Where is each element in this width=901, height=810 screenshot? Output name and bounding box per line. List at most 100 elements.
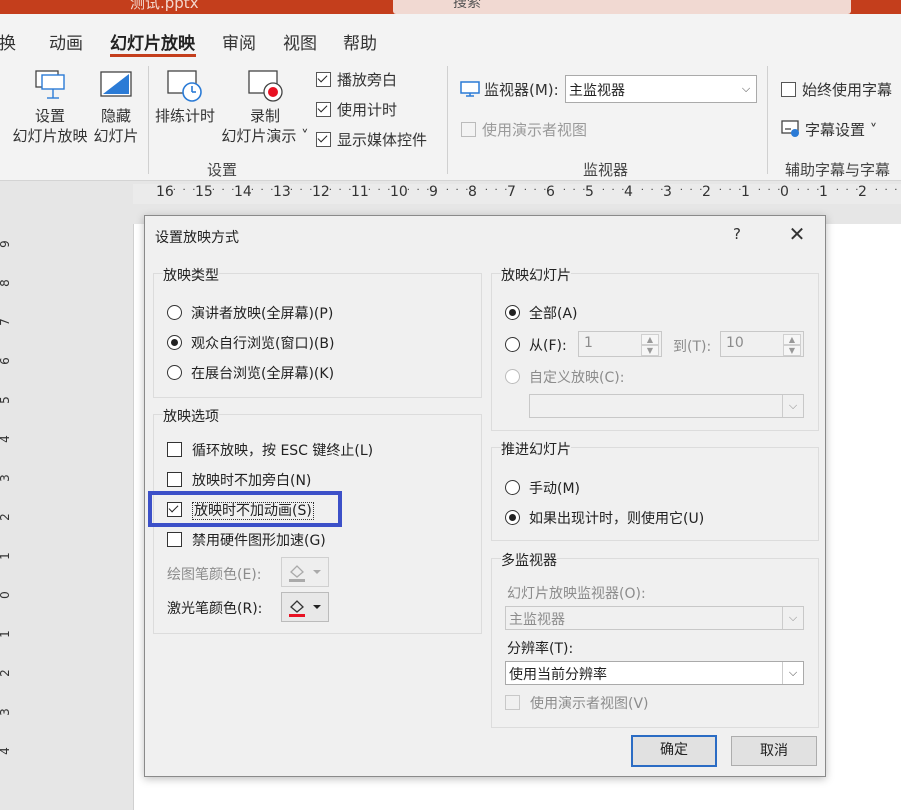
ribbon: 设置 幻灯片放映 隐藏 幻灯片 排练计时 录制 幻灯片演示 ˅ 播放旁白 使用计… (0, 62, 901, 181)
radio-button[interactable] (505, 305, 520, 320)
laser-color-button[interactable] (281, 592, 329, 622)
tab-transitions[interactable]: 换 (0, 29, 16, 54)
ruler-number: 4 (624, 184, 633, 200)
radio-button[interactable] (167, 305, 182, 320)
checkbox[interactable] (781, 82, 796, 97)
search-placeholder: 搜索 (453, 0, 481, 11)
play-narration-check[interactable]: 播放旁白 (316, 69, 397, 90)
radio-manual[interactable]: 手动(M) (505, 478, 580, 498)
radio-button[interactable] (505, 510, 520, 525)
checkbox[interactable] (316, 102, 331, 117)
tab-help[interactable]: 帮助 (343, 29, 377, 54)
loop-check[interactable]: 循环放映，按 ESC 键终止(L) (167, 440, 373, 460)
close-button[interactable]: ✕ (785, 222, 809, 246)
ruler-number: 7 (507, 184, 516, 200)
ruler-number: 5 (585, 184, 594, 200)
show-type-title: 放映类型 (163, 265, 219, 285)
radio-browsed-window-label: 观众自行浏览(窗口)(B) (191, 336, 335, 352)
radio-button[interactable] (505, 480, 520, 495)
cancel-button[interactable]: 取消 (731, 736, 817, 766)
ruler-number: 1 (0, 552, 12, 560)
resolution-label: 分辨率(T): (507, 641, 574, 657)
disable-hw-accel-check[interactable]: 禁用硬件图形加速(G) (167, 530, 326, 550)
checkbox[interactable] (167, 532, 182, 547)
radio-use-timings[interactable]: 如果出现计时，则使用它(U) (505, 508, 704, 528)
checkbox[interactable] (167, 442, 182, 457)
radio-button[interactable] (167, 335, 182, 350)
radio-kiosk[interactable]: 在展台浏览(全屏幕)(K) (167, 363, 334, 383)
no-narration-check[interactable]: 放映时不加旁白(N) (167, 470, 311, 490)
ruler-number: 13 (273, 184, 291, 200)
presenter-view-label: 使用演示者视图(V) (530, 696, 649, 712)
rehearse-timings-button[interactable]: 排练计时 (152, 68, 218, 126)
ruler-tick: · (718, 185, 722, 196)
checkbox (461, 122, 476, 137)
ruler-tick: · (767, 185, 771, 196)
ruler-number: 10 (390, 184, 408, 200)
show-media-controls-check[interactable]: 显示媒体控件 (316, 129, 427, 150)
ruler-number: 8 (0, 279, 12, 287)
group-setup-label: 设置 (207, 161, 238, 179)
horizontal-ruler: 16 · · · 15 · · · 14 · · · 13 · · · 12 · · · 11 · · · 10 · · · 9 · · · 8… (133, 184, 901, 204)
radio-button[interactable] (505, 337, 520, 352)
ruler-number: 2 (702, 184, 711, 200)
ruler-tick: · (650, 185, 654, 196)
ruler-number: 5 (0, 396, 12, 404)
subtitle-settings-button[interactable]: 字幕设置 ˅ (781, 119, 877, 140)
tab-slideshow[interactable]: 幻灯片放映 (110, 29, 195, 54)
radio-button[interactable] (167, 365, 182, 380)
setup-slideshow-icon (35, 70, 65, 99)
ruler-tick: · (484, 185, 488, 196)
loop-label: 循环放映，按 ESC 键终止(L) (192, 443, 374, 459)
radio-all-slides[interactable]: 全部(A) (505, 303, 578, 323)
resolution-select[interactable]: 使用当前分辨率 ⌵ (505, 661, 804, 685)
play-narration-label: 播放旁白 (337, 71, 398, 89)
monitor-select[interactable]: 主监视器 ⌵ (565, 75, 757, 103)
tab-review[interactable]: 审阅 (222, 29, 256, 54)
multi-monitor-title: 多监视器 (501, 550, 557, 570)
close-icon: ✕ (788, 222, 806, 246)
ruler-tick: · (211, 185, 215, 196)
from-value: 1 (584, 335, 593, 351)
tab-animations[interactable]: 动画 (49, 29, 83, 54)
ruler-tick: · (455, 185, 459, 196)
chevron-down-icon: ⌵ (741, 82, 751, 95)
tab-view[interactable]: 视图 (283, 29, 317, 54)
record-slideshow-button[interactable]: 录制 幻灯片演示 ˅ (218, 68, 312, 146)
manual-label: 手动(M) (529, 481, 581, 497)
setup-slideshow-button[interactable]: 设置 幻灯片放映 (10, 68, 90, 146)
radio-presenter[interactable]: 演讲者放映(全屏幕)(P) (167, 303, 333, 323)
rehearse-icon (167, 70, 202, 102)
always-subtitles-check[interactable]: 始终使用字幕 (781, 79, 892, 100)
ruler-number: 11 (351, 184, 369, 200)
radio-from-slide[interactable]: 从(F): (505, 335, 567, 355)
checkbox[interactable] (316, 72, 331, 87)
ruler-tick: · (523, 185, 527, 196)
ok-button[interactable]: 确定 (631, 735, 717, 767)
ruler-tick: · (406, 185, 410, 196)
ruler-number: 4 (0, 435, 12, 443)
monitor-icon (460, 81, 480, 97)
radio-custom-show: 自定义放映(C): (505, 367, 624, 387)
use-timings-label: 使用计时 (337, 101, 398, 119)
to-value: 10 (726, 335, 744, 351)
up-arrow-icon: ▲ (641, 334, 659, 345)
chevron-down-icon: ⌵ (782, 607, 803, 629)
rehearse-label: 排练计时 (154, 107, 215, 125)
checkbox[interactable] (167, 472, 182, 487)
disable-hw-label: 禁用硬件图形加速(G) (192, 533, 326, 549)
ruler-number: 7 (0, 318, 12, 326)
search-box[interactable]: 搜索 (393, 0, 851, 14)
use-timings-check[interactable]: 使用计时 (316, 99, 397, 120)
checkbox[interactable] (316, 132, 331, 147)
ruler-tick: · (689, 185, 693, 196)
ruler-number: 12 (312, 184, 330, 200)
chevron-down-icon: ⌵ (782, 395, 803, 417)
slideshow-monitor-value: 主监视器 (509, 612, 565, 628)
hide-slide-button[interactable]: 隐藏 幻灯片 (92, 68, 140, 146)
ruler-tick: · (289, 185, 293, 196)
help-button[interactable]: ? (733, 225, 741, 243)
ruler-number: 14 (234, 184, 252, 200)
presenter-view-check: 使用演示者视图 (461, 119, 587, 140)
radio-browsed-window[interactable]: 观众自行浏览(窗口)(B) (167, 333, 334, 353)
